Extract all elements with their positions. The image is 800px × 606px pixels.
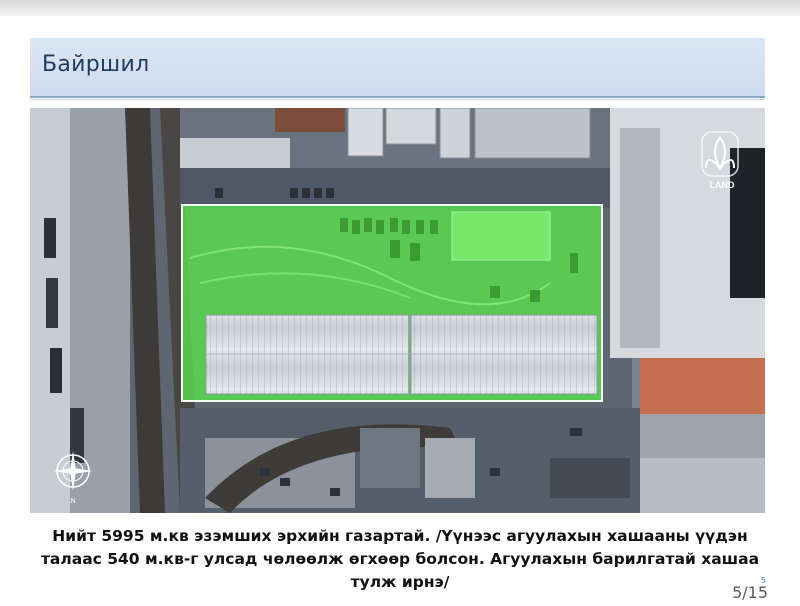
compass-letter: N [70, 498, 75, 505]
aerial-map: LAND N [30, 108, 765, 513]
land-logo-text: LAND [710, 180, 735, 190]
top-rule [0, 0, 800, 16]
caption-line: талаас 540 м.кв-г улсад чөлөөлж өгхөөр б… [40, 550, 760, 568]
caption-line: тулж ирнэ/ [350, 573, 450, 591]
slide-title: Байршил [42, 52, 150, 77]
caption-line: Нийт 5995 м.кв эзэмших эрхийн газартай. … [52, 527, 748, 545]
title-bar: Байршил [30, 38, 765, 98]
aerial-map-image: LAND N [30, 108, 765, 513]
slide-caption: Нийт 5995 м.кв эзэмших эрхийн газартай. … [40, 525, 760, 594]
page-indicator: 5/15 [732, 583, 768, 602]
